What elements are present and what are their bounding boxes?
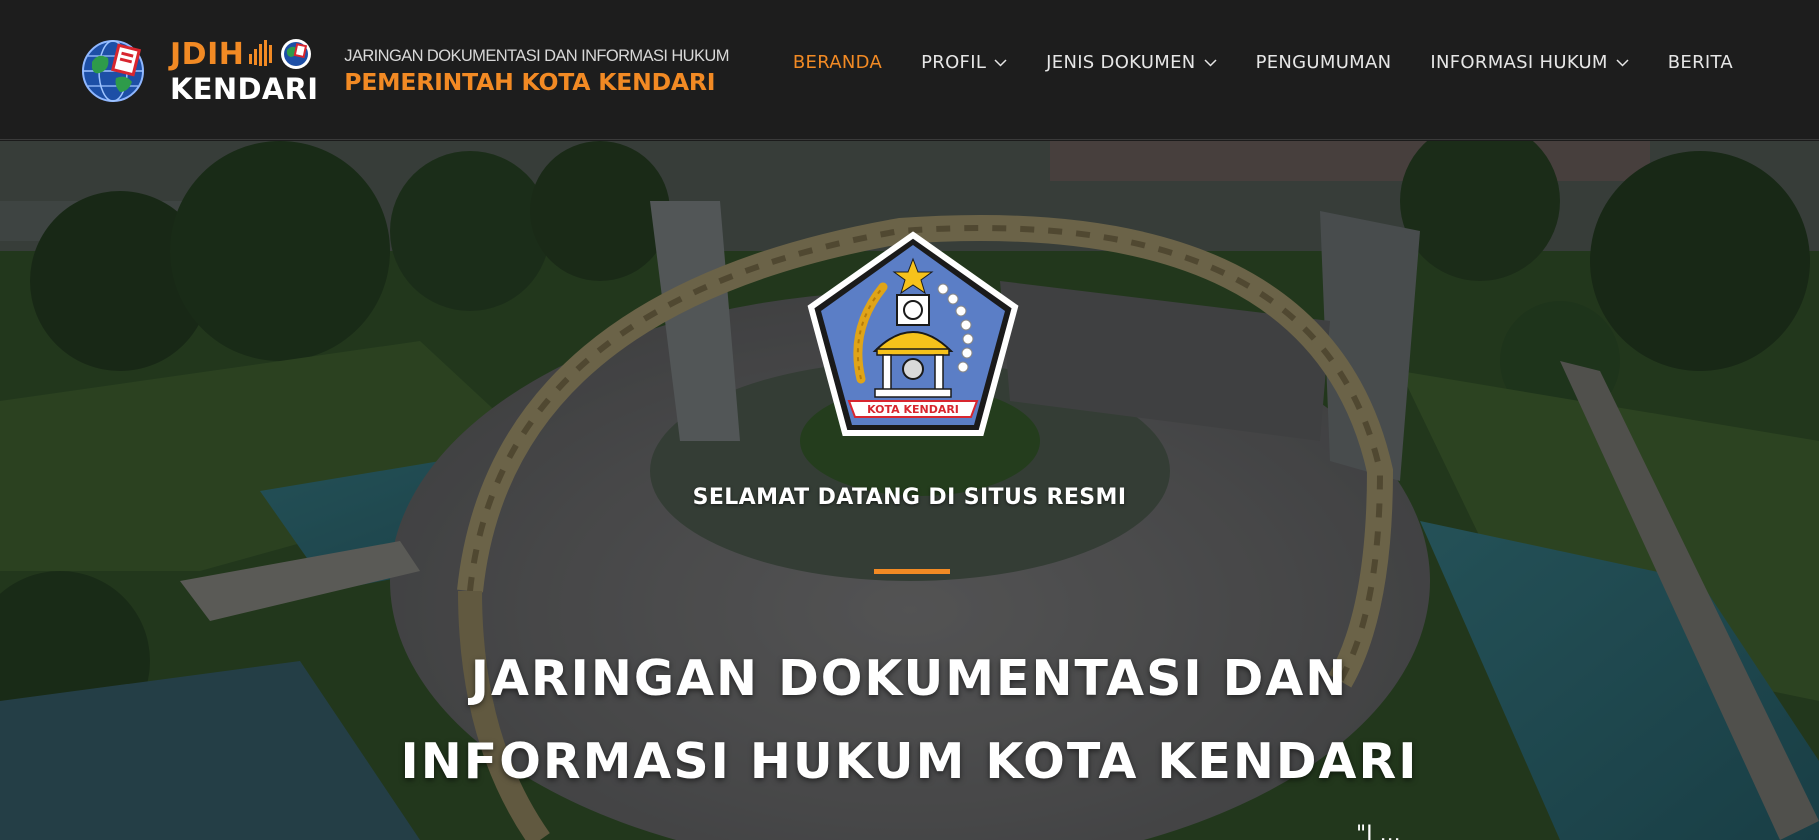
hero-partial-text: "I ... [1356,822,1401,840]
nav-item-berita[interactable]: BERITA [1668,52,1733,73]
city-emblem-logo: KOTA KENDARI [807,231,1019,436]
nav-item-label: PROFIL [921,52,987,73]
nav-item-beranda[interactable]: BERANDA [793,52,882,73]
hero-content: KOTA KENDARI SELAMAT DATANG DI SITUS RES… [0,141,1819,840]
nav-item-label: PENGUMUMAN [1255,52,1392,73]
nav-item-profil[interactable]: PROFIL [921,52,1007,73]
bars-icon [249,40,273,66]
nav-item-pengumuman[interactable]: PENGUMUMAN [1256,52,1392,73]
title-divider [874,569,950,574]
jdih-wordmark: JDIH KENDARI [170,36,319,107]
nav-item-jenis-dokumen[interactable]: JENIS DOKUMEN [1046,52,1217,73]
hero-title-line-2: INFORMASI HUKUM KOTA KENDARI [400,733,1419,790]
nav-item-label: INFORMASI HUKUM [1430,52,1608,73]
welcome-text: SELAMAT DATANG DI SITUS RESMI [692,485,1127,510]
emblem-text: KOTA KENDARI [867,403,959,416]
gov-name: PEMERINTAH KOTA KENDARI [344,67,716,96]
government-title: JARINGAN DOKUMENTASI DAN INFORMASI HUKUM… [344,47,729,96]
main-nav: BERANDA PROFIL JENIS DOKUMEN PENGUMUMAN … [754,52,1733,73]
site-header: JDIH KENDARI JARINGAN DOKUMENTASI DAN IN… [0,0,1819,140]
chevron-down-icon [994,58,1007,67]
jdih-text: JDIH [170,36,245,72]
kendari-text: KENDARI [170,72,319,106]
nav-item-label: BERITA [1667,52,1733,73]
globe-logo [82,40,144,102]
nav-item-label: BERANDA [792,52,883,73]
chevron-down-icon [1204,58,1217,67]
mini-globe-icon [281,39,312,69]
brand-logo-link[interactable]: JDIH KENDARI JARINGAN DOKUMENTASI DAN IN… [80,36,729,106]
nav-item-label: JENIS DOKUMEN [1046,52,1196,73]
hero-title-line-1: JARINGAN DOKUMENTASI DAN [470,650,1349,707]
hero-title: JARINGAN DOKUMENTASI DAN INFORMASI HUKUM… [0,637,1819,803]
chevron-down-icon [1616,58,1629,67]
gov-subtitle: JARINGAN DOKUMENTASI DAN INFORMASI HUKUM [344,46,729,65]
hero-section: KOTA KENDARI SELAMAT DATANG DI SITUS RES… [0,141,1819,840]
nav-item-informasi-hukum[interactable]: INFORMASI HUKUM [1430,52,1629,73]
